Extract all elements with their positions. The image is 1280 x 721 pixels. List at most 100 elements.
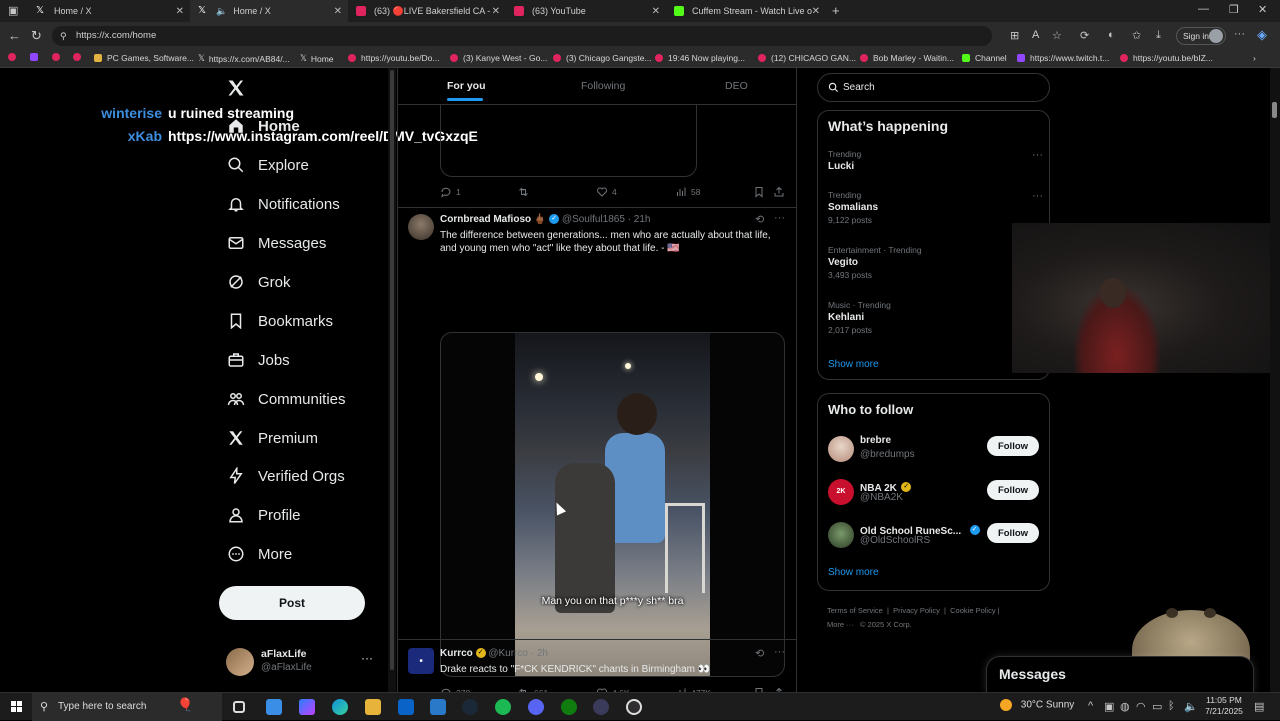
tweet-time[interactable]: · 2h [531,648,548,659]
sidebar-item-jobs[interactable]: Jobs [226,347,290,373]
battery-icon[interactable]: ▭ [1152,700,1162,713]
more-dots-icon[interactable]: ··· [361,651,373,665]
more-dots-icon[interactable]: ··· [1032,149,1043,161]
sidebar-item-communities[interactable]: Communities [226,386,346,412]
read-aloud-icon[interactable]: A [1032,29,1039,41]
like-action[interactable]: 4 [596,186,617,198]
new-tab-icon[interactable]: + [832,3,840,18]
sidebar-item-bookmarks[interactable]: Bookmarks [226,308,333,334]
more-dots-icon[interactable]: ··· [1032,190,1043,202]
restore-icon[interactable]: ❐ [1229,3,1239,16]
outlook-icon[interactable] [398,699,414,715]
bookmark-youtu-be-1[interactable]: https://youtu.be/Do... [348,53,439,63]
more-dots-icon[interactable]: ··· [774,212,785,224]
window-close-icon[interactable]: ✕ [1258,3,1267,16]
obs-icon[interactable] [626,699,642,715]
tab-following[interactable]: Following [581,80,625,92]
taskbar-search[interactable]: ⚲ Type here to search 🎈 [32,693,222,721]
bookmark-pc-games[interactable]: PC Games, Software... [94,53,194,63]
discord-icon[interactable] [528,699,544,715]
bookmark-chicago-2[interactable]: (12) CHICAGO GAN... [758,53,856,63]
tweet-kurrco[interactable]: ■ Kurrco ✓ @Kurrco · 2h ⟲ ··· Drake reac… [398,640,796,692]
windows-start-icon[interactable] [11,701,23,713]
follow-button-nba2k[interactable]: Follow [987,480,1039,500]
bookmark-home[interactable]: 𝕏 Home [300,53,334,64]
browser-tab-2[interactable]: 𝕏 🔈 Home / X ✕ [190,0,348,22]
more-dots-icon[interactable]: ··· [774,646,785,658]
close-tab-icon[interactable]: ✕ [492,6,500,17]
bookmark-youtube-1[interactable] [8,53,21,61]
favorite-star-icon[interactable]: ☆ [1052,29,1062,42]
page-scrollbar-thumb[interactable] [1272,102,1277,118]
tray-app-icon[interactable]: ▣ [1104,700,1114,713]
follow-button-brebre[interactable]: Follow [987,436,1039,456]
steam-icon[interactable] [462,699,478,715]
tweet-author-name[interactable]: Cornbread Mafioso 🖕🏾 [440,214,546,225]
bookmark-twitch-2[interactable]: https://www.twitch.t... [1017,53,1109,63]
xbox-icon[interactable] [561,699,577,715]
trend-item[interactable]: Trending Somalians 9,122 posts ··· [828,190,1043,225]
bookmark-channel[interactable]: Channel [962,53,1007,63]
trend-item[interactable]: Trending Lucki ··· [828,149,1043,172]
sidebar-item-verified-orgs[interactable]: Verified Orgs [226,463,345,489]
post-button[interactable]: Post [219,586,365,620]
tray-app-icon[interactable]: ◍ [1120,700,1130,713]
messages-drawer[interactable]: Messages [986,656,1254,692]
sidebar-item-profile[interactable]: Profile [226,502,301,528]
bookmark-youtu-be-2[interactable]: https://youtu.be/bIZ... [1120,53,1213,63]
tweet-author-name[interactable]: Kurrco [440,648,473,659]
url-field[interactable]: ⚲ https://x.com/home [52,26,992,46]
browser-tab-1[interactable]: 𝕏 Home / X ✕ [28,0,190,22]
tweet-author-handle[interactable]: @Kurrco [488,648,528,659]
close-tab-icon[interactable]: ✕ [652,6,660,17]
page-scrollbar[interactable] [1270,68,1280,692]
tweet-cornbread[interactable]: Cornbread Mafioso 🖕🏾 ✓ @Soulful1865 · 21… [398,208,796,699]
footer-more-link[interactable]: More ··· [827,620,854,629]
quoted-tweet-card[interactable] [440,105,697,177]
notifications-icon[interactable]: ▤ [1254,700,1264,713]
bookmark-kanye[interactable]: (3) Kanye West - Go... [450,53,547,63]
views-action[interactable]: 58 [675,186,700,198]
trend-item[interactable]: Entertainment · Trending Vegito 3,493 po… [828,245,1043,280]
app-icon[interactable] [593,699,609,715]
bookmark-twitch-1[interactable] [30,53,43,61]
bookmark-youtube-3[interactable] [73,53,86,61]
sidebar-item-grok[interactable]: Grok [226,269,291,295]
refresh-icon[interactable]: ↻ [31,28,42,44]
tab-actions-icon[interactable]: ▣ [8,4,18,17]
bookmark-now-playing[interactable]: 19:46 Now playing... [655,53,745,63]
search-box[interactable]: Search [817,73,1050,102]
site-info-icon[interactable]: ⚲ [60,26,67,46]
tweet-time[interactable]: · 21h [628,214,651,225]
share-action[interactable] [773,186,789,198]
extensions-icon[interactable]: ⟳ [1080,29,1089,42]
follow-button-osrs[interactable]: Follow [987,523,1039,543]
weather-widget[interactable]: 30°C Sunny [1000,699,1074,711]
account-switcher[interactable]: aFlaxLife @aFlaxLife ··· [226,646,376,678]
show-more-follow-link[interactable]: Show more [828,567,879,578]
close-tab-icon[interactable]: ✕ [812,6,820,17]
grok-explain-icon[interactable]: ⟲ [755,647,764,660]
close-tab-icon[interactable]: ✕ [176,6,184,17]
copilot-taskbar-icon[interactable] [299,699,315,715]
volume-icon[interactable]: 🔈 [1184,700,1198,713]
grok-explain-icon[interactable]: ⟲ [755,213,764,226]
task-view-icon[interactable] [233,701,245,713]
bookmark-bob-marley[interactable]: Bob Marley - Waitin... [860,53,954,63]
tweet-video[interactable]: Man you on that p***y sh** bra [440,332,785,677]
file-explorer-icon[interactable] [365,699,381,715]
app-available-icon[interactable]: ⊞ [1010,29,1019,42]
trend-item[interactable]: Music · Trending Kehlani 2,017 posts [828,300,1043,335]
wifi-icon[interactable]: ◠ [1136,700,1146,713]
tab-deo[interactable]: DEO [725,80,748,92]
spotify-icon[interactable] [495,699,511,715]
sidebar-item-more[interactable]: More [226,541,292,567]
sidebar-item-messages[interactable]: Messages [226,230,326,256]
tweet-author-handle[interactable]: @Soulful1865 [562,214,625,225]
photos-icon[interactable] [430,699,446,715]
bluetooth-icon[interactable]: ᛒ [1168,700,1175,712]
copilot-icon[interactable]: ◈ [1257,27,1267,43]
bookmarks-overflow-icon[interactable]: › [1253,53,1256,63]
downloads-icon[interactable]: ⤓ [1156,29,1161,42]
microsoft-store-icon[interactable] [266,699,282,715]
